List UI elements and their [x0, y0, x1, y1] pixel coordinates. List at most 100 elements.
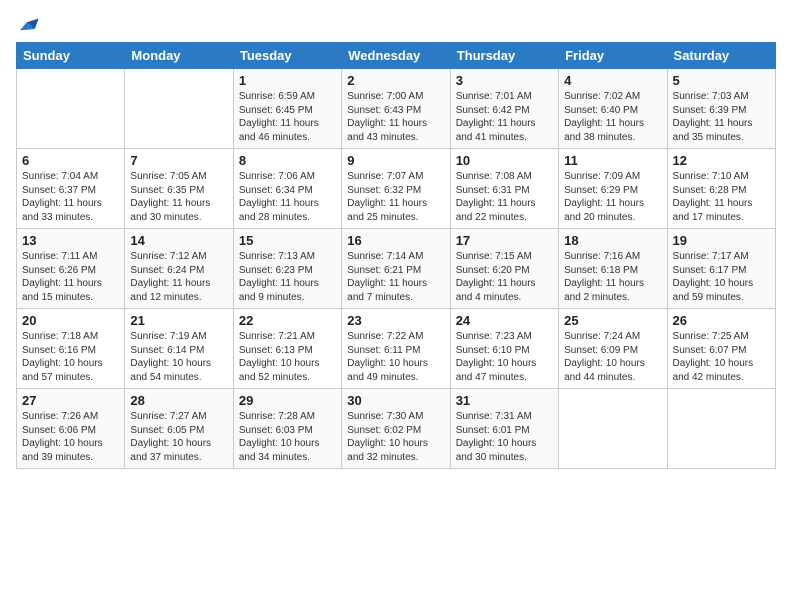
- cell-info: Sunrise: 7:31 AM Sunset: 6:01 PM Dayligh…: [456, 410, 553, 464]
- calendar-cell: 18 Sunrise: 7:16 AM Sunset: 6:18 PM Dayli…: [559, 229, 667, 309]
- calendar-cell: 9 Sunrise: 7:07 AM Sunset: 6:32 PM Daylig…: [342, 149, 450, 229]
- day-of-week-header-row: SundayMondayTuesdayWednesdayThursdayFrid…: [17, 43, 776, 69]
- cell-info: Sunrise: 7:11 AM Sunset: 6:26 PM Dayligh…: [22, 250, 119, 304]
- day-number: 27: [22, 393, 119, 408]
- day-number: 22: [239, 313, 336, 328]
- calendar-cell: [125, 69, 233, 149]
- day-number: 25: [564, 313, 661, 328]
- day-number: 24: [456, 313, 553, 328]
- day-number: 19: [673, 233, 770, 248]
- day-number: 14: [130, 233, 227, 248]
- calendar-cell: 24 Sunrise: 7:23 AM Sunset: 6:10 PM Dayli…: [450, 309, 558, 389]
- cell-info: Sunrise: 7:24 AM Sunset: 6:09 PM Dayligh…: [564, 330, 661, 384]
- cell-info: Sunrise: 6:59 AM Sunset: 6:45 PM Dayligh…: [239, 90, 336, 144]
- calendar-cell: 23 Sunrise: 7:22 AM Sunset: 6:11 PM Dayli…: [342, 309, 450, 389]
- calendar-table: SundayMondayTuesdayWednesdayThursdayFrid…: [16, 42, 776, 469]
- calendar-cell: 11 Sunrise: 7:09 AM Sunset: 6:29 PM Dayli…: [559, 149, 667, 229]
- day-number: 20: [22, 313, 119, 328]
- day-number: 30: [347, 393, 444, 408]
- calendar-cell: 20 Sunrise: 7:18 AM Sunset: 6:16 PM Dayli…: [17, 309, 125, 389]
- dow-header-wednesday: Wednesday: [342, 43, 450, 69]
- calendar-cell: 13Sunrise: 7:11 AM Sunset: 6:26 PM Dayli…: [17, 229, 125, 309]
- dow-header-tuesday: Tuesday: [233, 43, 341, 69]
- cell-info: Sunrise: 7:14 AM Sunset: 6:21 PM Dayligh…: [347, 250, 444, 304]
- calendar-body: 1 Sunrise: 6:59 AM Sunset: 6:45 PM Daylig…: [17, 69, 776, 469]
- calendar-cell: 21 Sunrise: 7:19 AM Sunset: 6:14 PM Dayli…: [125, 309, 233, 389]
- calendar-cell: 15 Sunrise: 7:13 AM Sunset: 6:23 PM Dayli…: [233, 229, 341, 309]
- cell-info: Sunrise: 7:09 AM Sunset: 6:29 PM Dayligh…: [564, 170, 661, 224]
- cell-info: Sunrise: 7:28 AM Sunset: 6:03 PM Dayligh…: [239, 410, 336, 464]
- cell-info: Sunrise: 7:06 AM Sunset: 6:34 PM Dayligh…: [239, 170, 336, 224]
- day-number: 23: [347, 313, 444, 328]
- cell-info: Sunrise: 7:08 AM Sunset: 6:31 PM Dayligh…: [456, 170, 553, 224]
- calendar-cell: 12 Sunrise: 7:10 AM Sunset: 6:28 PM Dayli…: [667, 149, 775, 229]
- day-number: 31: [456, 393, 553, 408]
- day-number: 7: [130, 153, 227, 168]
- day-number: 5: [673, 73, 770, 88]
- cell-info: Sunrise: 7:01 AM Sunset: 6:42 PM Dayligh…: [456, 90, 553, 144]
- calendar-cell: 22 Sunrise: 7:21 AM Sunset: 6:13 PM Dayli…: [233, 309, 341, 389]
- calendar-cell: 3 Sunrise: 7:01 AM Sunset: 6:42 PM Daylig…: [450, 69, 558, 149]
- logo: [16, 16, 40, 34]
- cell-info: Sunrise: 7:18 AM Sunset: 6:16 PM Dayligh…: [22, 330, 119, 384]
- day-number: 9: [347, 153, 444, 168]
- calendar-cell: 6 Sunrise: 7:04 AM Sunset: 6:37 PM Daylig…: [17, 149, 125, 229]
- cell-info: Sunrise: 7:07 AM Sunset: 6:32 PM Dayligh…: [347, 170, 444, 224]
- cell-info: Sunrise: 7:04 AM Sunset: 6:37 PM Dayligh…: [22, 170, 119, 224]
- day-number: 28: [130, 393, 227, 408]
- calendar-cell: 27 Sunrise: 7:26 AM Sunset: 6:06 PM Dayli…: [17, 389, 125, 469]
- cell-info: Sunrise: 7:03 AM Sunset: 6:39 PM Dayligh…: [673, 90, 770, 144]
- day-number: 26: [673, 313, 770, 328]
- cell-info: Sunrise: 7:15 AM Sunset: 6:20 PM Dayligh…: [456, 250, 553, 304]
- cell-info: Sunrise: 7:05 AM Sunset: 6:35 PM Dayligh…: [130, 170, 227, 224]
- calendar-cell: 8Sunrise: 7:06 AM Sunset: 6:34 PM Daylig…: [233, 149, 341, 229]
- calendar-cell: 28 Sunrise: 7:27 AM Sunset: 6:05 PM Dayli…: [125, 389, 233, 469]
- day-number: 21: [130, 313, 227, 328]
- cell-info: Sunrise: 7:17 AM Sunset: 6:17 PM Dayligh…: [673, 250, 770, 304]
- cell-info: Sunrise: 7:16 AM Sunset: 6:18 PM Dayligh…: [564, 250, 661, 304]
- calendar-cell: 19 Sunrise: 7:17 AM Sunset: 6:17 PM Dayli…: [667, 229, 775, 309]
- day-number: 11: [564, 153, 661, 168]
- cell-info: Sunrise: 7:27 AM Sunset: 6:05 PM Dayligh…: [130, 410, 227, 464]
- dow-header-monday: Monday: [125, 43, 233, 69]
- calendar-week-0: 1 Sunrise: 6:59 AM Sunset: 6:45 PM Daylig…: [17, 69, 776, 149]
- day-number: 15: [239, 233, 336, 248]
- calendar-cell: 14 Sunrise: 7:12 AM Sunset: 6:24 PM Dayli…: [125, 229, 233, 309]
- calendar-week-4: 27 Sunrise: 7:26 AM Sunset: 6:06 PM Dayli…: [17, 389, 776, 469]
- calendar-week-3: 20 Sunrise: 7:18 AM Sunset: 6:16 PM Dayli…: [17, 309, 776, 389]
- calendar-week-1: 6 Sunrise: 7:04 AM Sunset: 6:37 PM Daylig…: [17, 149, 776, 229]
- logo-bird-icon: [20, 16, 40, 34]
- cell-info: Sunrise: 7:19 AM Sunset: 6:14 PM Dayligh…: [130, 330, 227, 384]
- day-number: 4: [564, 73, 661, 88]
- calendar-cell: 17 Sunrise: 7:15 AM Sunset: 6:20 PM Dayli…: [450, 229, 558, 309]
- day-number: 2: [347, 73, 444, 88]
- cell-info: Sunrise: 7:12 AM Sunset: 6:24 PM Dayligh…: [130, 250, 227, 304]
- day-number: 6: [22, 153, 119, 168]
- calendar-cell: [17, 69, 125, 149]
- calendar-cell: 4 Sunrise: 7:02 AM Sunset: 6:40 PM Daylig…: [559, 69, 667, 149]
- calendar-cell: 16 Sunrise: 7:14 AM Sunset: 6:21 PM Dayli…: [342, 229, 450, 309]
- dow-header-friday: Friday: [559, 43, 667, 69]
- cell-info: Sunrise: 7:22 AM Sunset: 6:11 PM Dayligh…: [347, 330, 444, 384]
- cell-info: Sunrise: 7:13 AM Sunset: 6:23 PM Dayligh…: [239, 250, 336, 304]
- day-number: 3: [456, 73, 553, 88]
- day-number: 1: [239, 73, 336, 88]
- calendar-cell: 2Sunrise: 7:00 AM Sunset: 6:43 PM Daylig…: [342, 69, 450, 149]
- cell-info: Sunrise: 7:21 AM Sunset: 6:13 PM Dayligh…: [239, 330, 336, 384]
- cell-info: Sunrise: 7:02 AM Sunset: 6:40 PM Dayligh…: [564, 90, 661, 144]
- calendar-cell: 29Sunrise: 7:28 AM Sunset: 6:03 PM Dayli…: [233, 389, 341, 469]
- dow-header-sunday: Sunday: [17, 43, 125, 69]
- calendar-cell: 30Sunrise: 7:30 AM Sunset: 6:02 PM Dayli…: [342, 389, 450, 469]
- calendar-cell: 10Sunrise: 7:08 AM Sunset: 6:31 PM Dayli…: [450, 149, 558, 229]
- day-number: 17: [456, 233, 553, 248]
- calendar-cell: 7 Sunrise: 7:05 AM Sunset: 6:35 PM Daylig…: [125, 149, 233, 229]
- day-number: 12: [673, 153, 770, 168]
- cell-info: Sunrise: 7:10 AM Sunset: 6:28 PM Dayligh…: [673, 170, 770, 224]
- cell-info: Sunrise: 7:23 AM Sunset: 6:10 PM Dayligh…: [456, 330, 553, 384]
- day-number: 16: [347, 233, 444, 248]
- calendar-week-2: 13Sunrise: 7:11 AM Sunset: 6:26 PM Dayli…: [17, 229, 776, 309]
- cell-info: Sunrise: 7:26 AM Sunset: 6:06 PM Dayligh…: [22, 410, 119, 464]
- day-number: 18: [564, 233, 661, 248]
- cell-info: Sunrise: 7:25 AM Sunset: 6:07 PM Dayligh…: [673, 330, 770, 384]
- calendar-cell: [667, 389, 775, 469]
